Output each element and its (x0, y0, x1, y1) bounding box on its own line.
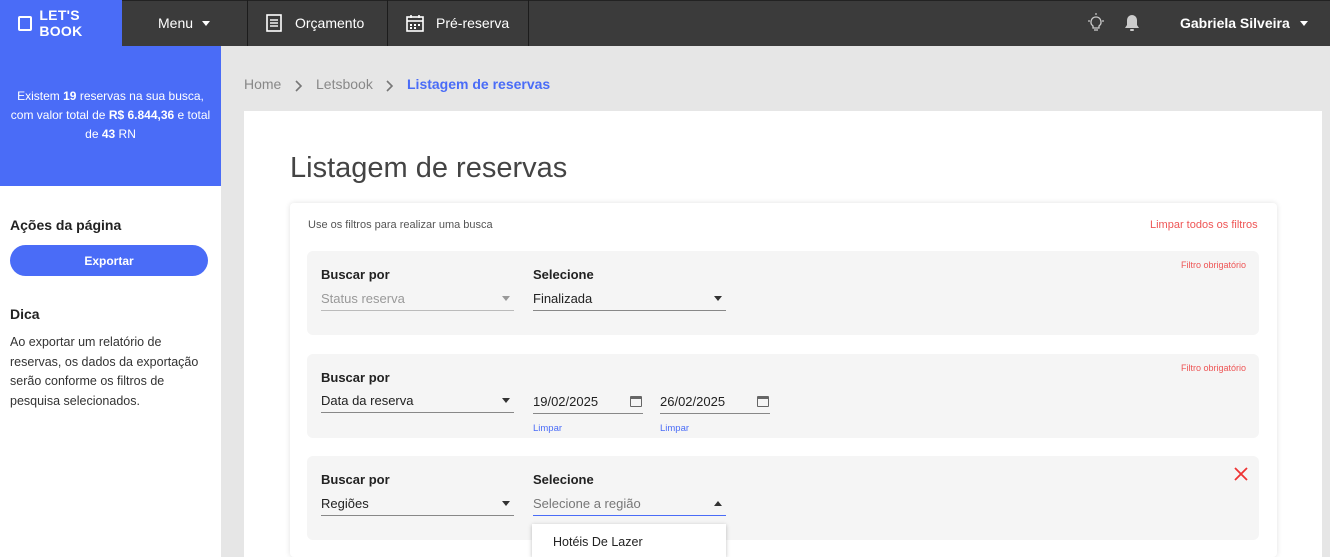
breadcrumb-letsbook[interactable]: Letsbook (316, 76, 373, 92)
required-filter-label: Filtro obrigatório (1181, 363, 1247, 373)
nav-divider (528, 0, 529, 46)
export-button[interactable]: Exportar (10, 245, 208, 276)
caret-down-icon (714, 296, 722, 301)
logo-text: LET'S BOOK (39, 7, 83, 39)
chevron-down-icon (1299, 20, 1308, 26)
select-value: Status reserva (321, 291, 405, 306)
calendar-icon[interactable] (630, 396, 642, 407)
search-summary: Existem 19 reservas na sua busca, com va… (0, 46, 221, 186)
app-logo[interactable]: LET'S BOOK (0, 0, 122, 46)
clear-date-to-link[interactable]: Limpar (660, 423, 689, 434)
caret-down-icon (502, 398, 510, 403)
region-select[interactable]: Selecione a região (533, 492, 726, 516)
summary-count: 19 (63, 89, 77, 103)
summary-rn: 43 (101, 127, 116, 141)
date-value: 26/02/2025 (660, 394, 726, 409)
select-placeholder: Selecione a região (533, 496, 641, 511)
breadcrumb-current: Listagem de reservas (407, 76, 551, 92)
lightbulb-icon[interactable] (1087, 13, 1105, 33)
calendar-icon[interactable] (757, 396, 769, 407)
region-dropdown-menu: Hotéis De Lazer (532, 524, 726, 557)
logo-square-icon (18, 15, 33, 31)
tip-text: Ao exportar um relatório de reservas, os… (10, 335, 199, 408)
summary-text: Existem (17, 89, 64, 103)
breadcrumb-home[interactable]: Home (244, 76, 281, 92)
dropdown-option[interactable]: Hotéis De Lazer (553, 535, 726, 549)
select-label: Selecione (533, 267, 594, 282)
caret-up-icon (714, 501, 722, 506)
tip-title: Dica (10, 306, 40, 322)
date-value: 19/02/2025 (533, 394, 599, 409)
select-value: Data da reserva (321, 393, 414, 408)
clear-all-filters-link[interactable]: Limpar todos os filtros (1150, 219, 1258, 231)
chevron-right-icon (386, 80, 394, 92)
status-select[interactable]: Finalizada (533, 287, 726, 311)
chevron-right-icon (295, 80, 303, 92)
filters-hint: Use os filtros para realizar uma busca (308, 219, 493, 231)
chevron-down-icon (202, 20, 211, 26)
user-name: Gabriela Silveira (1180, 15, 1290, 31)
close-icon[interactable] (1234, 467, 1248, 481)
search-by-label: Buscar por (321, 267, 390, 282)
nav-divider (387, 0, 388, 46)
menu-dropdown[interactable]: Menu (158, 0, 211, 46)
search-by-label: Buscar por (321, 370, 390, 385)
clear-date-from-link[interactable]: Limpar (533, 423, 562, 434)
search-by-select[interactable]: Data da reserva (321, 389, 514, 413)
nav-prereserva[interactable]: Pré-reserva (406, 0, 509, 46)
select-value: Regiões (321, 496, 369, 511)
date-to-input[interactable]: 26/02/2025 (660, 390, 770, 414)
search-by-label: Buscar por (321, 472, 390, 487)
search-by-select[interactable]: Regiões (321, 492, 514, 516)
select-label: Selecione (533, 472, 594, 487)
page-actions-title: Ações da página (10, 217, 122, 233)
caret-down-icon (502, 501, 510, 506)
select-value: Finalizada (533, 291, 593, 306)
required-filter-label: Filtro obrigatório (1181, 260, 1247, 270)
document-icon (266, 14, 282, 32)
nav-orcamento-label: Orçamento (295, 15, 365, 31)
bell-icon[interactable] (1124, 13, 1140, 33)
menu-label: Menu (158, 15, 194, 31)
nav-orcamento[interactable]: Orçamento (266, 0, 364, 46)
search-by-select[interactable]: Status reserva (321, 287, 514, 311)
summary-value: R$ 6.844,36 (108, 108, 175, 122)
page-title: Listagem de reservas (290, 152, 568, 184)
user-menu[interactable]: Gabriela Silveira (1180, 0, 1308, 46)
calendar-icon (406, 15, 424, 32)
nav-divider (247, 0, 248, 46)
summary-text: RN (115, 127, 136, 141)
date-from-input[interactable]: 19/02/2025 (533, 390, 643, 414)
caret-down-icon (502, 296, 510, 301)
nav-prereserva-label: Pré-reserva (436, 15, 510, 31)
